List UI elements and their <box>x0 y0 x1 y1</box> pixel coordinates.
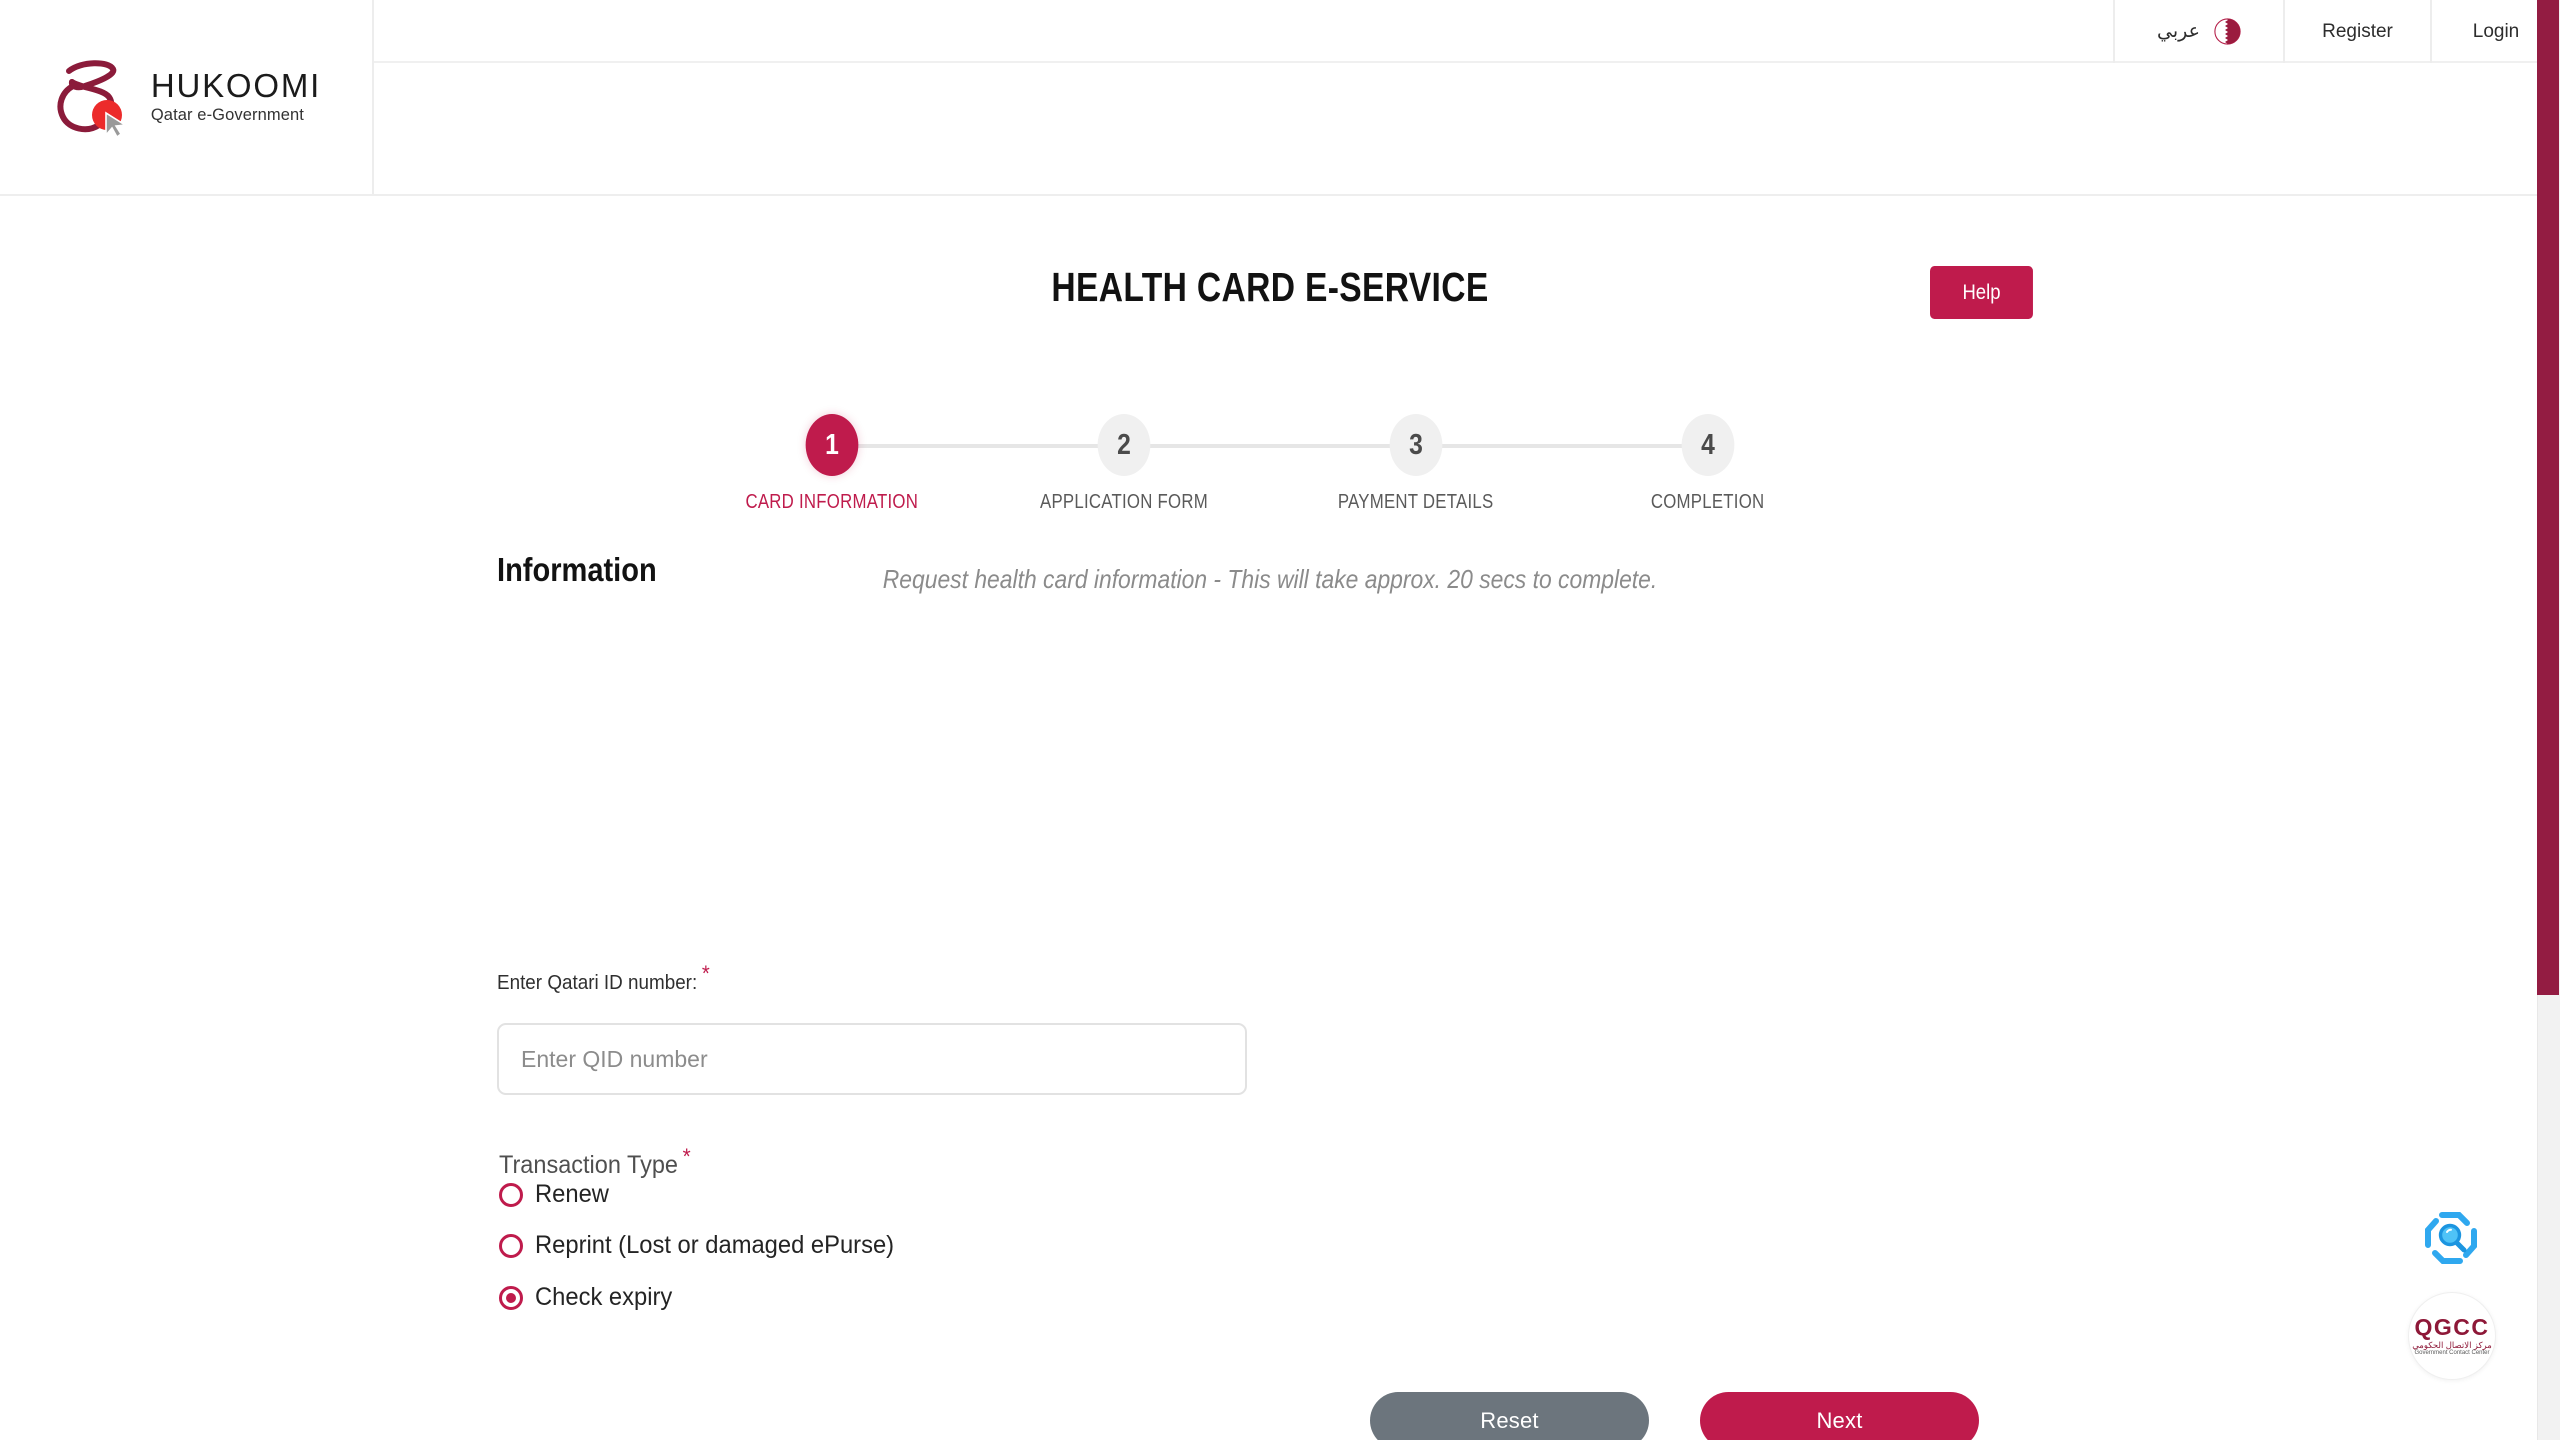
qid-field-label: Enter Qatari ID number: * <box>497 963 710 995</box>
radio-label: Renew <box>535 1180 609 1208</box>
step-number-badge: 3 <box>1389 414 1443 476</box>
step-number-badge: 2 <box>1097 414 1151 476</box>
site-logo[interactable]: HUKOOMI Qatar e-Government <box>0 0 374 194</box>
header-spacer <box>374 63 2560 194</box>
qid-label-text: Enter Qatari ID number: <box>497 971 698 994</box>
step-label: CARD INFORMATION <box>745 491 919 513</box>
register-link[interactable]: Register <box>2283 0 2430 63</box>
hex-magnifier-icon[interactable] <box>2418 1205 2484 1271</box>
qid-input[interactable] <box>497 1023 1247 1095</box>
help-button[interactable]: Help <box>1930 266 2033 319</box>
step-label: APPLICATION FORM <box>1039 491 1208 513</box>
transaction-type-text: Transaction Type <box>499 1151 678 1179</box>
register-label: Register <box>2322 20 2393 42</box>
step-connector-line <box>1416 444 1708 448</box>
step-completion[interactable]: 4 COMPLETION <box>1562 414 1854 514</box>
progress-stepper: 1 CARD INFORMATION 2 APPLICATION FORM 3 … <box>0 414 2540 514</box>
qgcc-arabic-label: مركز الاتصال الحكومي <box>2412 1339 2492 1350</box>
main-content: HEALTH CARD E-SERVICE Help 1 CARD INFORM… <box>0 196 2560 1440</box>
site-header: HUKOOMI Qatar e-Government عربي Register… <box>0 0 2560 196</box>
logo-wordmark: HUKOOMI <box>150 66 322 104</box>
reset-button[interactable]: Reset <box>1370 1392 1649 1440</box>
radio-label: Reprint (Lost or damaged ePurse) <box>535 1231 895 1259</box>
page-root: HUKOOMI Qatar e-Government عربي Register… <box>0 0 2560 1440</box>
step-label: PAYMENT DETAILS <box>1338 491 1494 513</box>
step-payment-details[interactable]: 3 PAYMENT DETAILS <box>1270 414 1708 514</box>
radio-option-renew[interactable]: Renew <box>499 1180 613 1209</box>
title-row: HEALTH CARD E-SERVICE Help <box>0 264 2540 326</box>
radio-indicator[interactable] <box>499 1285 523 1310</box>
hukoomi-logo-mark-icon <box>51 55 137 139</box>
logo-text: HUKOOMI Qatar e-Government <box>150 66 322 126</box>
step-description: Request health card information - This w… <box>882 564 1658 594</box>
logo-tagline: Qatar e-Government <box>150 106 304 125</box>
qatar-flag-icon <box>2214 18 2241 45</box>
language-switcher[interactable]: عربي <box>2113 0 2283 63</box>
step-number-badge: 1 <box>805 414 859 476</box>
step-application-form[interactable]: 2 APPLICATION FORM <box>978 414 1416 514</box>
radio-indicator[interactable] <box>499 1233 523 1258</box>
required-asterisk: * <box>701 961 710 987</box>
step-number-badge: 4 <box>1681 414 1735 476</box>
step-connector-line <box>832 444 1124 448</box>
radio-option-check-expiry[interactable]: Check expiry <box>499 1283 680 1312</box>
language-label: عربي <box>2157 21 2200 42</box>
qgcc-english-label: Government Contact Center <box>2414 1349 2490 1356</box>
step-card-information[interactable]: 1 CARD INFORMATION <box>686 414 1124 514</box>
step-connector-line <box>1124 444 1416 448</box>
top-navigation: عربي Register Login <box>374 0 2560 63</box>
page-scrollbar-track[interactable] <box>2537 0 2560 1440</box>
radio-option-reprint[interactable]: Reprint (Lost or damaged ePurse) <box>499 1231 913 1260</box>
login-label: Login <box>2472 20 2520 42</box>
transaction-type-label: Transaction Type * <box>499 1145 691 1180</box>
radio-label: Check expiry <box>535 1283 673 1311</box>
qgcc-contact-center-badge[interactable]: QGCC مركز الاتصال الحكومي Government Con… <box>2408 1292 2496 1380</box>
section-heading-information: Information <box>497 551 657 588</box>
qgcc-acronym: QGCC <box>2414 1313 2490 1340</box>
step-label: COMPLETION <box>1651 491 1765 513</box>
page-scrollbar-thumb[interactable] <box>2537 0 2559 995</box>
radio-indicator[interactable] <box>499 1182 523 1207</box>
required-asterisk: * <box>682 1143 691 1169</box>
next-button[interactable]: Next <box>1700 1392 1979 1440</box>
